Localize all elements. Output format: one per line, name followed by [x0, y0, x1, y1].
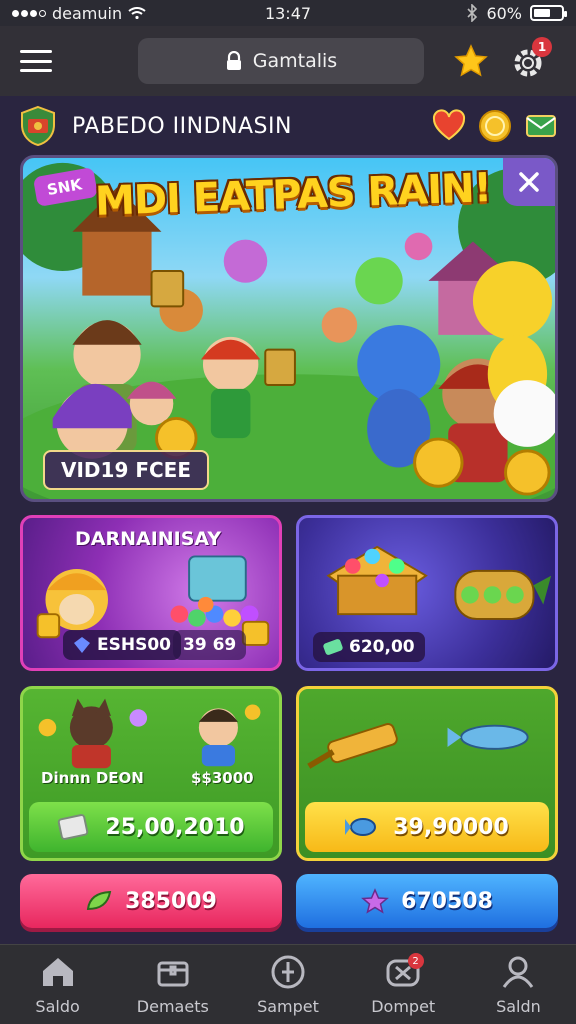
- ticket-icon: [323, 639, 343, 655]
- nav-item-saldo[interactable]: Saldo: [0, 945, 115, 1024]
- home-icon: [42, 958, 73, 986]
- card-1-price-2-text: 39 69: [183, 635, 237, 655]
- page-title: PABEDO IINDNASIN: [72, 113, 292, 139]
- offer-card-3[interactable]: Dinnn DEON $$3000 25,00,2010: [20, 686, 282, 861]
- nav-label: Saldn: [496, 997, 541, 1016]
- card-1-title: DARNAINISAY: [75, 528, 222, 550]
- fish-icon: [345, 818, 377, 836]
- coin-icon[interactable]: [478, 109, 512, 143]
- card-1-price-2: 39 69: [173, 630, 247, 660]
- nav-label: Demaets: [136, 997, 209, 1016]
- nav-badge: 2: [407, 953, 424, 969]
- banner-cta-button[interactable]: VID19 FCEE: [43, 450, 209, 490]
- nav-item-saldn[interactable]: Saldn: [461, 945, 576, 1024]
- chest-icon: [157, 961, 189, 987]
- blue-action-button[interactable]: 670508: [296, 874, 558, 928]
- title-icons: [432, 109, 558, 143]
- offer-card-4[interactable]: 39,90000: [296, 686, 558, 861]
- carrier-name: deamuin: [52, 3, 123, 23]
- app-header: Gamtalis 1: [0, 26, 576, 96]
- search-label: Gamtalis: [252, 50, 338, 72]
- title-row: PABEDO IINDNASIN: [18, 104, 558, 148]
- nav-label: Sampet: [257, 997, 319, 1016]
- bottom-nav: Saldo Demaets Sampet 2 Dompet Saldn: [0, 944, 576, 1024]
- card-3-label-left: Dinnn DEON: [41, 769, 144, 787]
- search-pill[interactable]: Gamtalis: [138, 38, 424, 84]
- nav-item-sampet[interactable]: Sampet: [230, 945, 345, 1024]
- battery-percent: 60%: [486, 3, 522, 23]
- status-left: deamuin: [12, 4, 212, 23]
- nav-item-demaets[interactable]: Demaets: [115, 945, 230, 1024]
- pink-action-button[interactable]: 385009: [20, 874, 282, 928]
- card-3-value: 25,00,2010: [105, 814, 245, 840]
- card-4-value: 39,90000: [393, 814, 509, 840]
- cash-icon: [58, 814, 89, 840]
- offer-card-1[interactable]: DARNAINISAY ESHS00 39 69: [20, 515, 282, 671]
- notification-badge: 1: [532, 37, 552, 57]
- bluetooth-icon: [467, 4, 478, 22]
- profile-icon: [503, 956, 534, 988]
- heart-icon[interactable]: [432, 109, 466, 143]
- menu-button[interactable]: [18, 46, 54, 76]
- card-1-price: ESHS00: [63, 630, 181, 660]
- star-gem-icon: [361, 888, 389, 914]
- battery-icon: [530, 5, 567, 21]
- close-icon: [519, 172, 539, 192]
- shield-icon: [21, 105, 55, 147]
- banner-close-button[interactable]: [503, 158, 555, 206]
- nav-label: Saldo: [35, 997, 80, 1016]
- mail-icon[interactable]: [524, 109, 558, 143]
- nav-label: Dompet: [371, 997, 436, 1016]
- card-1-price-text: ESHS00: [97, 635, 171, 655]
- nav-item-dompet[interactable]: 2 Dompet: [346, 945, 461, 1024]
- wifi-icon: [128, 7, 146, 19]
- star-icon[interactable]: [454, 44, 488, 78]
- pink-button-label: 385009: [125, 888, 217, 914]
- status-bar: deamuin 13:47 60%: [0, 0, 576, 26]
- signal-icon: [12, 9, 46, 17]
- promo-banner[interactable]: SNK MDI EATPAS RAIN! VID19 FCEE: [20, 155, 558, 502]
- card-2-price-text: 620,00: [349, 637, 415, 657]
- compass-icon: [271, 955, 305, 989]
- card-3-label-right: $$3000: [191, 769, 254, 787]
- lock-icon: [226, 51, 241, 70]
- offer-card-2[interactable]: 620,00: [296, 515, 558, 671]
- leaf-icon: [86, 890, 112, 911]
- gem-icon: [74, 637, 90, 653]
- card-2-price: 620,00: [313, 632, 425, 662]
- blue-button-label: 670508: [401, 888, 493, 914]
- settings-button[interactable]: 1: [508, 37, 552, 81]
- card-3-value-bar[interactable]: 25,00,2010: [29, 802, 273, 852]
- card-4-value-bar[interactable]: 39,90000: [305, 802, 549, 852]
- status-right: 60%: [466, 3, 567, 23]
